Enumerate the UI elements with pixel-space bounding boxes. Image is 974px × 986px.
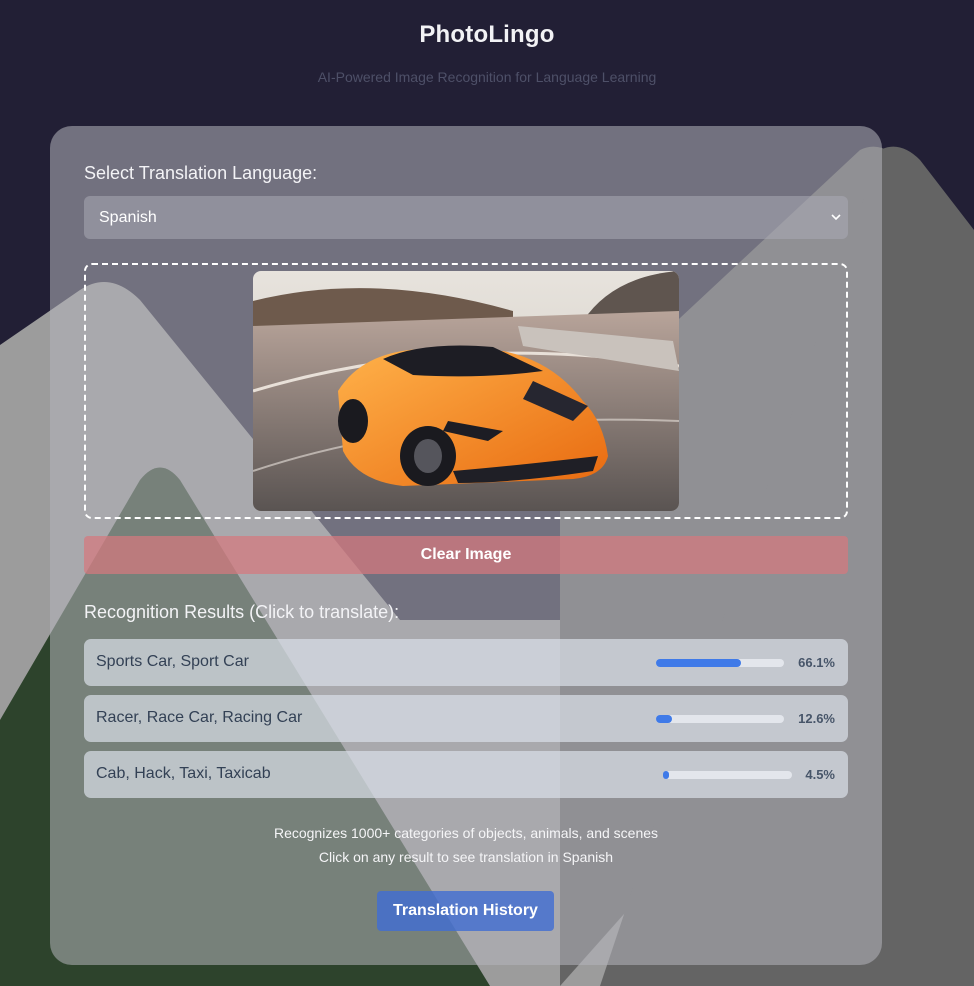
image-dropzone[interactable] [84, 263, 848, 519]
translation-history-button[interactable]: Translation History [377, 891, 554, 931]
confidence-percent: 12.6% [798, 711, 835, 726]
result-item[interactable]: Racer, Race Car, Racing Car 12.6% [84, 695, 848, 742]
confidence-bar-fill [656, 715, 673, 723]
footer-info-line: Recognizes 1000+ categories of objects, … [273, 825, 659, 841]
language-label: Select Translation Language: [84, 163, 318, 183]
confidence-percent: 4.5% [805, 767, 835, 782]
app-title: PhotoLingo [419, 21, 555, 48]
result-label: Cab, Hack, Taxi, Taxicab [96, 765, 271, 782]
chevron-down-icon [831, 214, 841, 221]
language-select-value: Spanish [99, 208, 157, 226]
main-card: Select Translation Language: Spanish Cle… [50, 126, 882, 965]
result-label: Sports Car, Sport Car [96, 653, 249, 670]
language-select[interactable]: Spanish [84, 196, 848, 239]
confidence-bar [656, 659, 784, 667]
confidence-bar-fill [663, 771, 669, 779]
app-subtitle: AI-Powered Image Recognition for Languag… [317, 69, 657, 85]
confidence-bar-fill [656, 659, 741, 667]
result-item[interactable]: Cab, Hack, Taxi, Taxicab 4.5% [84, 751, 848, 798]
confidence-bar [656, 715, 784, 723]
footer-hint-line: Click on any result to see translation i… [318, 849, 614, 865]
confidence-percent: 66.1% [798, 655, 835, 670]
result-label: Racer, Race Car, Racing Car [96, 709, 303, 726]
result-item[interactable]: Sports Car, Sport Car 66.1% [84, 639, 848, 686]
results-heading: Recognition Results (Click to translate)… [84, 602, 400, 622]
uploaded-image-preview [253, 271, 679, 511]
confidence-bar [663, 771, 792, 779]
clear-image-button[interactable]: Clear Image [84, 536, 848, 574]
